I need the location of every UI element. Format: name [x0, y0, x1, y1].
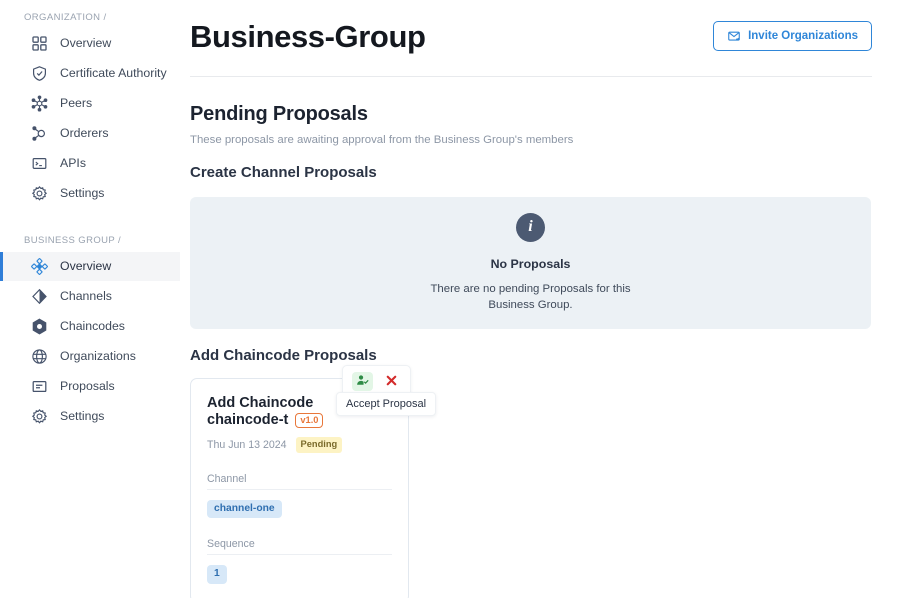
sidebar-item-label: Organizations — [60, 349, 136, 364]
sidebar-section-label-organization: ORGANIZATION / — [24, 12, 107, 23]
sidebar-item-certificate-authority[interactable]: Certificate Authority — [0, 59, 180, 88]
header-divider — [190, 76, 872, 77]
sequence-field-value-row: 1 — [207, 563, 392, 585]
invite-organizations-button[interactable]: Invite Organizations — [713, 21, 872, 51]
branch-icon — [31, 125, 48, 142]
sidebar-item-label: Overview — [60, 36, 112, 51]
channel-field-value-row: channel-one — [207, 498, 392, 519]
sidebar-item-peers[interactable]: Peers — [0, 89, 180, 118]
globe-icon — [31, 348, 48, 365]
sequence-chip: 1 — [207, 565, 227, 585]
proposal-cards-row: Add Chaincode chaincode-t v1.0 Thu Jun 1… — [190, 365, 872, 598]
app-root: ORGANIZATION / Overview Certificate Auth… — [0, 0, 924, 598]
invite-organizations-label: Invite Organizations — [748, 30, 858, 42]
no-proposals-title: No Proposals — [490, 256, 571, 271]
add-chaincode-proposals-heading: Add Chaincode Proposals — [190, 347, 377, 364]
page-title: Business-Group — [190, 18, 426, 54]
sidebar-item-label: Chaincodes — [60, 319, 125, 334]
diamond-cluster-icon — [31, 258, 48, 275]
main-content: Business-Group Invite Organizations Pend… — [180, 0, 924, 598]
sidebar-item-label: Peers — [60, 96, 93, 111]
sidebar-item-organizations[interactable]: Organizations — [0, 342, 180, 371]
pending-proposals-subtitle: These proposals are awaiting approval fr… — [190, 134, 574, 146]
channel-chip: channel-one — [207, 499, 282, 519]
close-icon — [385, 374, 398, 390]
person-check-icon — [356, 374, 369, 390]
gear-icon — [31, 185, 48, 202]
channel-field-label: Channel — [207, 473, 392, 490]
create-channel-proposals-heading: Create Channel Proposals — [190, 164, 377, 181]
sidebar-item-apis[interactable]: APIs — [0, 149, 180, 178]
sidebar-item-label: APIs — [60, 156, 86, 171]
proposal-card-meta: Thu Jun 13 2024 Pending — [207, 437, 392, 453]
reject-proposal-button[interactable] — [382, 372, 401, 391]
terminal-icon — [31, 155, 48, 172]
sidebar-item-label: Overview — [60, 259, 112, 274]
no-proposals-text: There are no pending Proposals for this … — [430, 282, 631, 311]
info-icon: i — [516, 212, 545, 242]
sidebar-item-orderers[interactable]: Orderers — [0, 119, 180, 148]
page-header: Business-Group Invite Organizations — [190, 0, 872, 64]
version-badge: v1.0 — [295, 412, 324, 429]
sidebar-item-overview-business-group[interactable]: Overview — [0, 252, 180, 281]
sidebar-item-settings-business-group[interactable]: Settings — [0, 402, 180, 431]
hexagon-icon — [31, 318, 48, 335]
accept-proposal-button[interactable] — [352, 372, 373, 391]
document-icon — [31, 378, 48, 395]
invite-mail-icon — [727, 29, 741, 43]
sidebar-item-label: Channels — [60, 289, 112, 304]
pending-proposals-title: Pending Proposals — [190, 103, 368, 125]
accept-proposal-tooltip: Accept Proposal — [336, 392, 437, 416]
no-proposals-panel: i No Proposals There are no pending Prop… — [190, 197, 871, 329]
sidebar-item-overview-org[interactable]: Overview — [0, 29, 180, 58]
sidebar-item-label: Certificate Authority — [60, 66, 167, 81]
sidebar-item-label: Orderers — [60, 126, 109, 141]
proposal-chaincode-name: chaincode-t — [207, 412, 289, 429]
sidebar-item-chaincodes[interactable]: Chaincodes — [0, 312, 180, 341]
sidebar-section-label-business-group: BUSINESS GROUP / — [24, 235, 122, 246]
proposal-date: Thu Jun 13 2024 — [207, 439, 287, 452]
status-badge: Pending — [295, 437, 343, 453]
shield-icon — [31, 65, 48, 82]
sidebar-item-channels[interactable]: Channels — [0, 282, 180, 311]
sidebar-item-label: Proposals — [60, 379, 115, 394]
sidebar-item-settings-org[interactable]: Settings — [0, 179, 180, 208]
sidebar-item-proposals[interactable]: Proposals — [0, 372, 180, 401]
grid-icon — [31, 35, 48, 52]
sidebar-item-label: Settings — [60, 409, 105, 424]
sidebar: ORGANIZATION / Overview Certificate Auth… — [0, 0, 180, 598]
half-diamond-icon — [31, 288, 48, 305]
gear-icon — [31, 408, 48, 425]
network-icon — [31, 95, 48, 112]
sequence-field-label: Sequence — [207, 538, 392, 556]
sidebar-item-label: Settings — [60, 186, 105, 201]
